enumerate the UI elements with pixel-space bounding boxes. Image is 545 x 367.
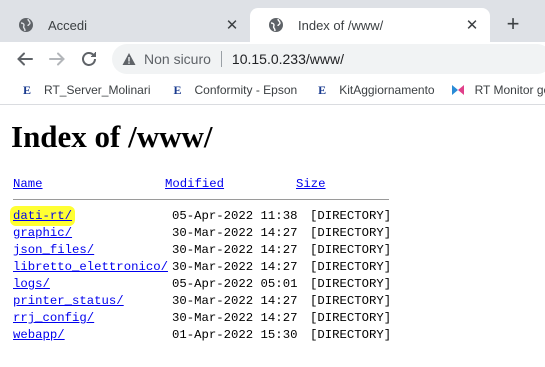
sort-name-link[interactable]: Name xyxy=(13,177,43,191)
listing-rows: dati-rt/05-Apr-2022 11:38 [DIRECTORY] grap… xyxy=(13,209,392,345)
modified-date: 30-Mar-2022 14:27 xyxy=(172,260,298,274)
bookmarks-bar: E RT_Server_Molinari E Conformity - Epso… xyxy=(0,76,545,105)
address-bar[interactable]: Non sicuro 10.15.0.233/www/ xyxy=(112,44,545,74)
size-value: [DIRECTORY] xyxy=(310,294,392,308)
list-item: graphic/30-Mar-2022 14:27 [DIRECTORY] xyxy=(13,226,392,243)
sort-modified-link[interactable]: Modified xyxy=(165,177,224,191)
bookmark-rt-server[interactable]: E RT_Server_Molinari xyxy=(20,82,151,98)
list-item: webapp/01-Apr-2022 15:30 [DIRECTORY] xyxy=(13,328,392,345)
browser-toolbar: Non sicuro 10.15.0.233/www/ xyxy=(0,42,545,76)
separator xyxy=(220,51,222,67)
reload-button[interactable] xyxy=(76,46,102,72)
epson-icon: E xyxy=(22,82,31,97)
modified-date: 30-Mar-2022 14:27 xyxy=(172,311,298,325)
size-value: [DIRECTORY] xyxy=(310,226,392,240)
size-value: [DIRECTORY] xyxy=(310,260,392,274)
directory-link[interactable]: graphic/ xyxy=(13,226,72,240)
globe-icon xyxy=(268,17,284,33)
list-item: printer_status/30-Mar-2022 14:27 [DIRECTO… xyxy=(13,294,392,311)
size-value: [DIRECTORY] xyxy=(310,328,392,342)
bookmark-conformity[interactable]: E Conformity - Epson xyxy=(170,82,298,98)
directory-link[interactable]: json_files/ xyxy=(13,243,94,257)
epson-icon: E xyxy=(173,82,182,97)
directory-link[interactable]: libretto_elettronico/ xyxy=(13,260,168,274)
list-item: rrj_config/30-Mar-2022 14:27 [DIRECTORY] xyxy=(13,311,392,328)
forward-button[interactable] xyxy=(44,46,70,72)
directory-link[interactable]: printer_status/ xyxy=(13,294,124,308)
arrow-right-icon xyxy=(49,52,65,66)
tab-accedi[interactable]: Accedi ✕ xyxy=(0,8,250,42)
modified-date: 01-Apr-2022 15:30 xyxy=(172,328,298,342)
new-tab-button[interactable]: + xyxy=(500,11,526,37)
rt-monitor-icon xyxy=(451,83,465,97)
arrow-left-icon xyxy=(17,52,33,66)
list-item: libretto_elettronico/30-Mar-2022 14:27 [D… xyxy=(13,260,392,277)
directory-link[interactable]: rrj_config/ xyxy=(13,311,94,325)
modified-date: 05-Apr-2022 05:01 xyxy=(172,277,298,291)
sort-size-link[interactable]: Size xyxy=(296,177,326,191)
page-content: Index of /www/ Name Modified Size dati-r… xyxy=(0,105,545,367)
bookmark-label: RT Monitor gest xyxy=(474,83,545,97)
back-button[interactable] xyxy=(12,46,38,72)
size-value: [DIRECTORY] xyxy=(310,311,392,325)
modified-date: 30-Mar-2022 14:27 xyxy=(172,243,298,257)
warning-icon[interactable] xyxy=(122,52,136,66)
modified-date: 30-Mar-2022 14:27 xyxy=(172,226,298,240)
size-value: [DIRECTORY] xyxy=(310,243,392,257)
size-value: [DIRECTORY] xyxy=(310,209,392,223)
bookmark-label: Conformity - Epson xyxy=(194,83,298,97)
tab-index-www[interactable]: Index of /www/ ✕ xyxy=(250,8,490,42)
url-text[interactable]: 10.15.0.233/www/ xyxy=(232,51,344,67)
list-item: logs/05-Apr-2022 05:01 [DIRECTORY] xyxy=(13,277,392,294)
list-item: dati-rt/05-Apr-2022 11:38 [DIRECTORY] xyxy=(13,209,392,226)
modified-date: 30-Mar-2022 14:27 xyxy=(172,294,298,308)
close-icon[interactable]: ✕ xyxy=(222,15,242,35)
directory-link[interactable]: webapp/ xyxy=(13,328,65,342)
reload-icon xyxy=(82,52,96,66)
listing-header: Name Modified Size xyxy=(13,177,389,199)
directory-link[interactable]: dati-rt/ xyxy=(13,209,73,223)
bookmark-rt-monitor[interactable]: RT Monitor gest xyxy=(451,83,545,97)
directory-listing: Name Modified Size dati-rt/05-Apr-2022 1… xyxy=(13,177,392,345)
close-icon[interactable]: ✕ xyxy=(462,15,482,35)
divider xyxy=(13,199,389,200)
page-title: Index of /www/ xyxy=(11,119,213,154)
modified-date: 05-Apr-2022 11:38 xyxy=(172,209,298,223)
tab-strip: Accedi ✕ Index of /www/ ✕ + xyxy=(0,0,545,42)
bookmark-label: KitAggiornamento xyxy=(339,83,435,97)
tab-title: Accedi xyxy=(48,17,88,33)
bookmark-label: RT_Server_Molinari xyxy=(44,83,151,97)
directory-link[interactable]: logs/ xyxy=(13,277,50,291)
list-item: json_files/30-Mar-2022 14:27 [DIRECTORY] xyxy=(13,243,392,260)
bookmark-kitaggiornamento[interactable]: E KitAggiornamento xyxy=(315,82,435,98)
tab-title: Index of /www/ xyxy=(298,17,384,33)
epson-icon: E xyxy=(318,82,327,97)
security-status[interactable]: Non sicuro xyxy=(144,51,211,67)
size-value: [DIRECTORY] xyxy=(310,277,392,291)
globe-icon xyxy=(18,17,34,33)
